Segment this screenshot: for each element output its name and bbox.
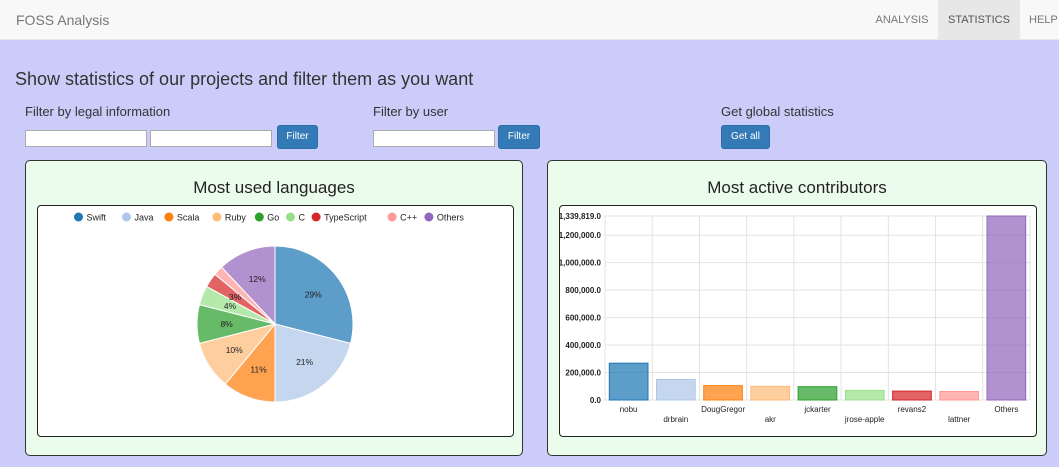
pie-value-label-swift: 29%: [305, 289, 322, 299]
x-tick-label-jckarter: jckarter: [803, 405, 831, 414]
x-tick-label-revans2: revans2: [898, 405, 927, 414]
bar-lattner[interactable]: [939, 391, 979, 401]
x-tick-label-douggregor: DougGregor: [701, 405, 745, 414]
y-tick-label: 1,200,000.0: [560, 231, 602, 240]
legend-label: Ruby: [225, 213, 247, 223]
legend-item-swift[interactable]: Swift: [74, 212, 107, 223]
y-tick-label: 400,000.0: [565, 341, 601, 350]
contributors-panel-title: Most active contributors: [707, 178, 887, 197]
legend-swatch: [311, 212, 321, 222]
y-tick-label: 800,000.0: [565, 286, 601, 295]
legal-filter-label: Filter by legal information: [25, 104, 171, 119]
legend-item-typescript[interactable]: TypeScript: [311, 212, 368, 223]
get-all-button[interactable]: Get all: [721, 125, 770, 149]
pie-value-label-c: 4%: [224, 301, 237, 311]
bar-douggregor[interactable]: [703, 385, 743, 401]
x-tick-label-drbrain: drbrain: [663, 415, 688, 424]
pie-value-label-go: 8%: [220, 319, 233, 329]
pie-value-label-ruby: 10%: [226, 345, 243, 355]
languages-pie-chart: Swift Java Scala Ruby Go C TypeScript C++ Others…: [74, 212, 465, 403]
legend-label: Java: [135, 213, 154, 223]
x-tick-label-others: Others: [994, 405, 1018, 414]
legend-item-java[interactable]: Java: [122, 212, 154, 223]
legend-swatch: [424, 212, 434, 222]
y-tick-label: 1,339,819.0: [560, 212, 602, 221]
pie-value-label-scala: 11%: [250, 365, 267, 375]
bar-akr[interactable]: [750, 385, 791, 401]
navbar: FOSS Analysis ANALYSIS STATISTICS HELP: [0, 0, 1059, 40]
legend-label: C: [299, 213, 306, 223]
bar-jckarter[interactable]: [797, 386, 838, 401]
x-tick-label-lattner: lattner: [948, 415, 971, 424]
y-tick-label: 1,000,000.0: [560, 259, 602, 268]
pie-value-label-typescript: 3%: [229, 292, 242, 302]
user-filter-input[interactable]: [373, 130, 495, 147]
nav-help[interactable]: HELP: [1020, 0, 1059, 40]
legend-swatch: [164, 212, 174, 222]
x-tick-label-jrose-apple: jrose-apple: [844, 415, 885, 424]
legal-filter-input-2[interactable]: [150, 130, 272, 147]
legend-item-go[interactable]: Go: [254, 212, 280, 223]
legend-label: TypeScript: [324, 213, 367, 223]
legend-item-c[interactable]: C: [286, 212, 306, 223]
languages-panel-title: Most used languages: [193, 178, 355, 197]
legend-item-c[interactable]: C++: [387, 212, 418, 223]
legend-swatch: [387, 212, 397, 222]
legend-label: C++: [400, 213, 417, 223]
legend-swatch: [286, 212, 295, 222]
y-tick-label: 600,000.0: [565, 314, 601, 323]
contributors-panel: Most active contributors 0.0 200,000.0 400…: [547, 160, 1047, 456]
legend-label: Swift: [87, 213, 107, 223]
legend-swatch: [74, 212, 83, 222]
user-filter-label: Filter by user: [373, 104, 449, 119]
legend-label: Others: [437, 213, 465, 223]
legend-item-scala[interactable]: Scala: [164, 212, 200, 223]
page-headline: Show statistics of our projects and filt…: [15, 69, 474, 89]
legend-label: Go: [267, 213, 279, 223]
legal-filter-button[interactable]: Filter: [277, 125, 318, 149]
legend-label: Scala: [177, 213, 200, 223]
brand-title[interactable]: FOSS Analysis: [16, 12, 109, 28]
legend-swatch: [254, 212, 264, 222]
user-filter-button[interactable]: Filter: [498, 125, 540, 149]
contributors-bar-chart: 0.0 200,000.0 400,000.0 600,000.0 800,000.0 1…: [560, 212, 1031, 424]
bar-revans2[interactable]: [892, 390, 932, 401]
legend-item-ruby[interactable]: Ruby: [212, 212, 247, 223]
nav-statistics[interactable]: STATISTICS: [938, 0, 1020, 40]
pie-value-label-java: 21%: [296, 357, 313, 367]
languages-panel: Most used languages Swift Java Scala Ruby Go…: [25, 160, 523, 456]
bar-nobu[interactable]: [608, 362, 649, 401]
y-tick-label: 0.0: [590, 396, 602, 405]
bar-others[interactable]: [986, 215, 1027, 401]
y-tick-label: 200,000.0: [565, 369, 601, 378]
global-stats-label: Get global statistics: [721, 104, 834, 119]
x-tick-label-nobu: nobu: [620, 405, 638, 414]
bar-drbrain[interactable]: [656, 378, 696, 401]
legend-swatch: [122, 212, 131, 222]
languages-chart-container: Swift Java Scala Ruby Go C TypeScript C++ Others…: [37, 205, 514, 437]
nav-analysis[interactable]: ANALYSIS: [866, 0, 938, 40]
contributors-chart-container: 0.0 200,000.0 400,000.0 600,000.0 800,000.0 1…: [559, 205, 1037, 437]
legend-item-others[interactable]: Others: [424, 212, 465, 223]
legal-filter-input-1[interactable]: [25, 130, 147, 147]
x-tick-label-akr: akr: [765, 415, 776, 424]
legend-swatch: [212, 212, 222, 222]
pie-value-label-others: 12%: [249, 274, 266, 284]
bar-jrose-apple[interactable]: [844, 389, 885, 401]
